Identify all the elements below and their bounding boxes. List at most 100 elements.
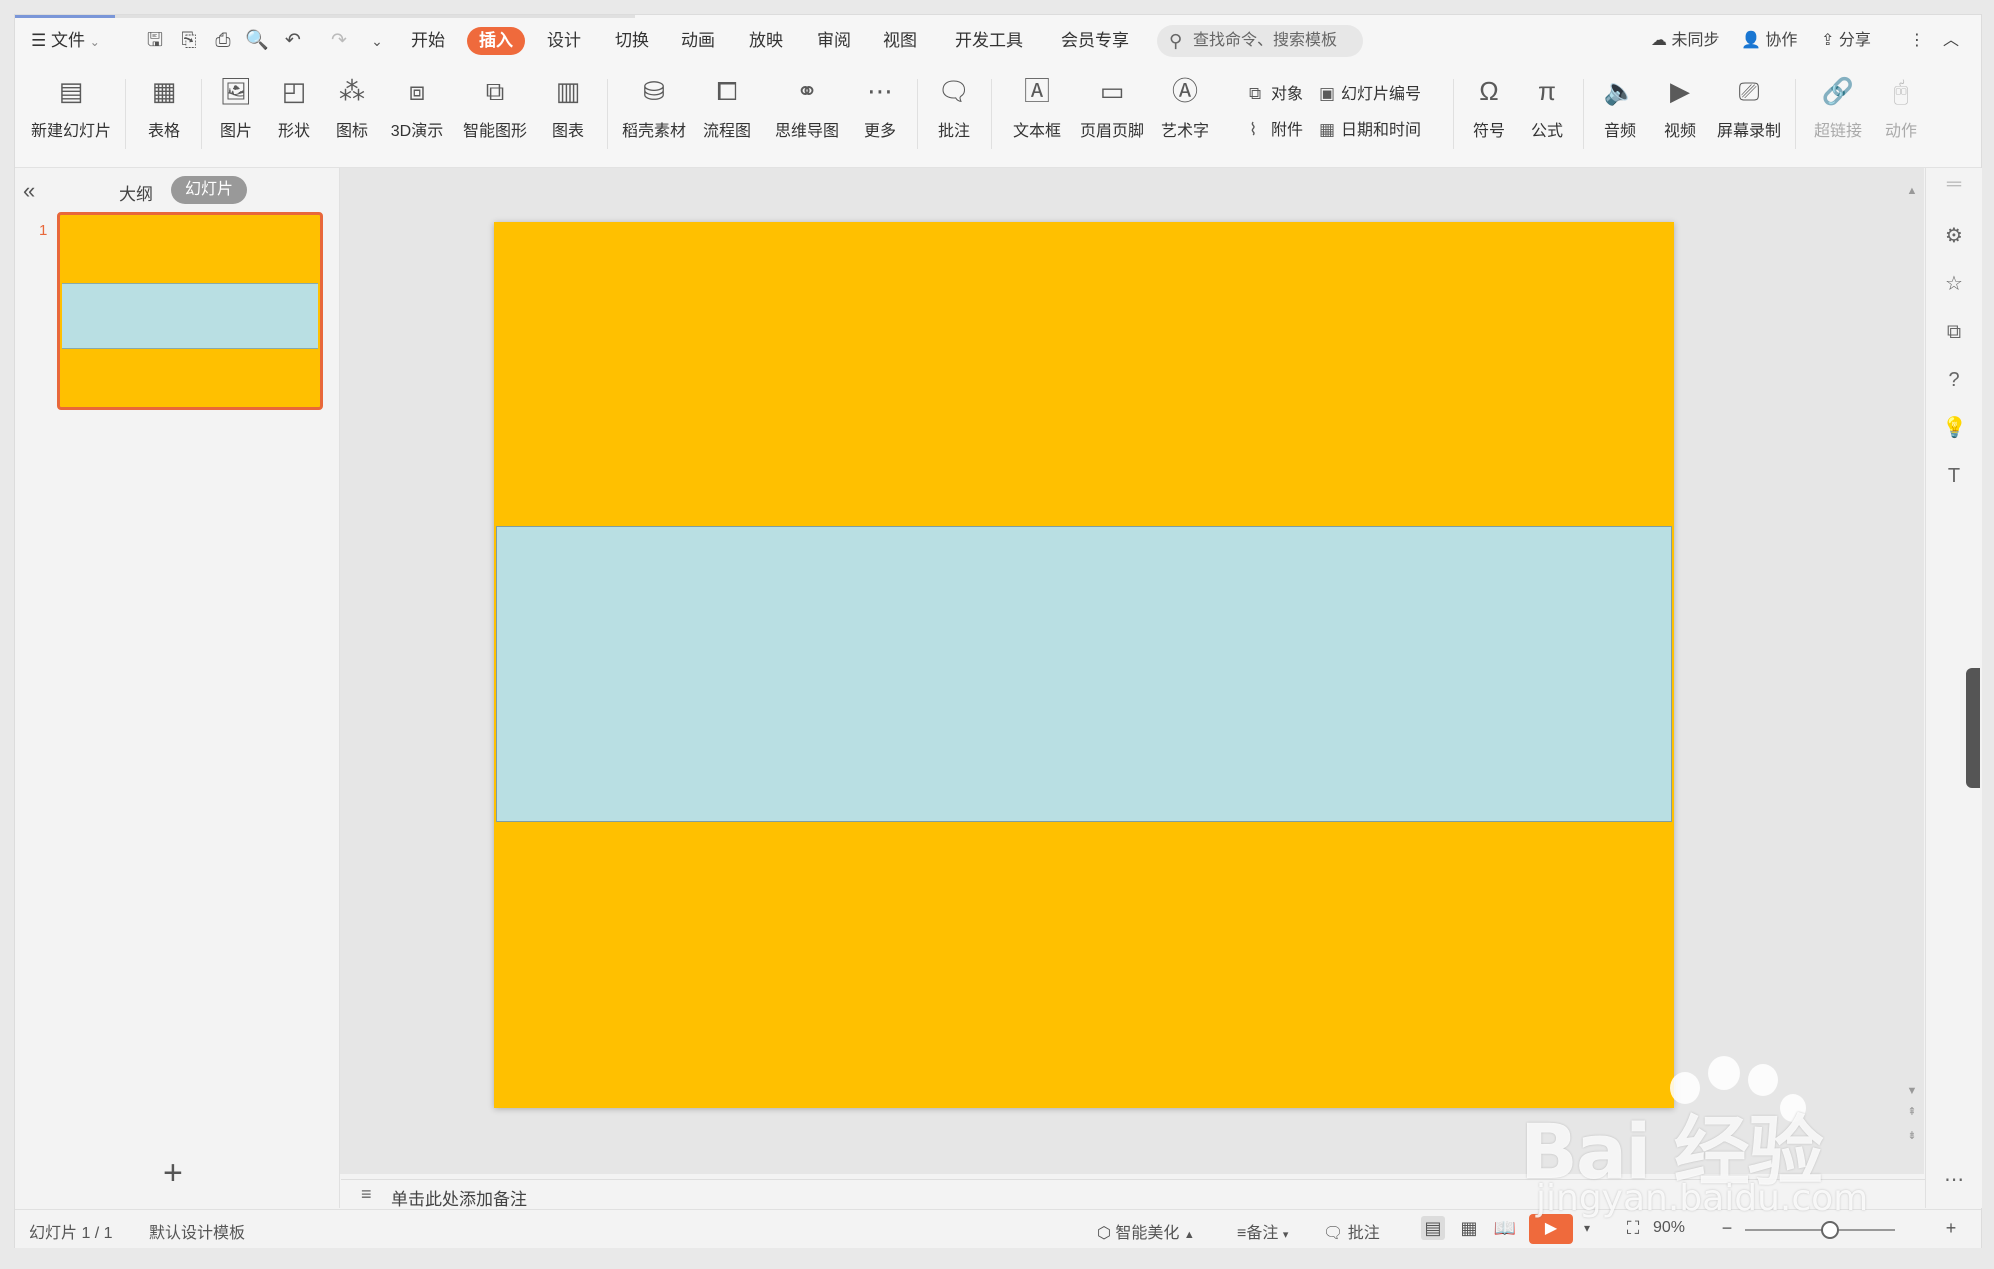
notes-toggle-button[interactable]: ≡备注 ▾ [1237,1219,1288,1243]
side-floating-handle[interactable] [1966,668,1980,788]
print-preview-icon[interactable]: 🔍 [245,29,269,53]
collapse-panel-icon[interactable]: « [23,178,35,204]
animation-star-icon[interactable]: ☆ [1942,272,1966,296]
template-name[interactable]: 默认设计模板 [149,1219,245,1243]
zoom-slider-thumb[interactable] [1821,1221,1839,1239]
help-icon[interactable]: ? [1942,368,1966,392]
screen-record-button[interactable]: ⎚ 屏幕录制 [1713,71,1785,161]
share-icon: ⇪ [1821,32,1835,49]
outline-tab[interactable]: 大纲 [119,180,153,205]
new-slide-button[interactable]: ▤ 新建幻灯片 [25,71,117,161]
wordart-button[interactable]: Ⓐ 艺术字 [1155,71,1215,161]
print-icon[interactable]: ⎙ [211,29,235,53]
slide-thumbnail-number: 1 [39,222,48,239]
flowchart-button[interactable]: ⧠ 流程图 [695,71,759,161]
properties-icon[interactable]: ⚙ [1942,224,1966,248]
mindmap-button[interactable]: ⚭ 思维导图 [767,71,847,161]
center-band-rectangle[interactable] [496,526,1672,822]
fit-window-icon[interactable]: ⛶ [1621,1216,1645,1240]
picture-button[interactable]: 🖼 图片 [211,71,261,161]
play-options-chevron-icon[interactable]: ▾ [1575,1216,1599,1240]
previous-slide-icon[interactable]: ⇞ [1905,1105,1919,1118]
beautify-icon: ⬡ [1097,1225,1111,1242]
table-button[interactable]: ▦ 表格 [139,71,189,161]
format-painter-icon[interactable]: ⎘ [177,29,201,53]
tab-review[interactable]: 审阅 [813,27,855,55]
icon-button[interactable]: ⁂ 图标 [327,71,377,161]
tab-design[interactable]: 设计 [543,27,585,55]
action-button[interactable]: 🖰 动作 [1877,71,1925,161]
next-slide-icon[interactable]: ⇟ [1905,1129,1919,1142]
more-icon: ⋯ [867,76,893,106]
reading-view-icon[interactable]: 📖 [1493,1216,1517,1240]
docer-material-button[interactable]: ⛁ 稻壳素材 [619,71,689,161]
tab-insert[interactable]: 插入 [467,27,525,55]
add-slide-icon[interactable]: + [163,1154,183,1193]
slide-sorter-icon[interactable]: ▦ [1457,1216,1481,1240]
slide-number-button[interactable]: ▣ 幻灯片编号 [1319,81,1421,107]
zoom-slider-track[interactable] [1745,1229,1895,1231]
more-options-icon[interactable]: ⋮ [1909,27,1925,55]
scroll-down-icon[interactable]: ▼ [1905,1085,1919,1097]
comment-toggle-button[interactable]: 🗨 批注 [1323,1219,1380,1243]
drag-handle-icon[interactable]: ═ [1942,172,1966,196]
smart-beautify-button[interactable]: ⬡ 智能美化 ▲ [1097,1219,1195,1243]
slide-switch-icon[interactable]: ⧉ [1942,320,1966,344]
header-footer-button[interactable]: ▭ 页眉页脚 [1077,71,1147,161]
customize-quick-access-icon[interactable]: ⌄ [365,29,389,53]
slides-tab[interactable]: 幻灯片 [171,176,247,204]
tab-start[interactable]: 开始 [407,27,449,55]
collapse-ribbon-icon[interactable]: ︿ [1943,27,1959,55]
lightbulb-icon[interactable]: 💡 [1942,416,1967,440]
sync-button[interactable]: ☁ 未同步 [1651,27,1719,55]
chevron-down-icon: ⌄ [89,35,100,49]
attachment-button[interactable]: ⌇ 附件 [1249,117,1303,143]
tab-view[interactable]: 视图 [879,27,921,55]
tab-member[interactable]: 会员专享 [1057,27,1133,55]
smartart-button[interactable]: ⧉ 智能图形 [455,71,535,161]
audio-button[interactable]: 🔈 音频 [1593,71,1647,161]
formula-button[interactable]: π 公式 [1521,71,1573,161]
redo-icon[interactable]: ↷ [327,29,351,53]
date-time-button[interactable]: ▦ 日期和时间 [1319,117,1421,143]
normal-view-icon[interactable]: ▤ [1421,1216,1445,1240]
slide-panel: « 大纲 幻灯片 1 + [15,168,340,1208]
bar-chart-icon: ▥ [555,76,581,106]
hyperlink-button[interactable]: 🔗 超链接 [1805,71,1871,161]
chart-button[interactable]: ▥ 图表 [541,71,595,161]
tab-slideshow[interactable]: 放映 [745,27,787,55]
comment-button[interactable]: 🗨 批注 [929,71,979,161]
vertical-scrollbar[interactable]: ▲ ▼ ⇞ ⇟ [1905,185,1919,1175]
text-format-icon[interactable]: T [1942,464,1966,488]
screen-record-label: 屏幕录制 [1716,123,1781,140]
smartart-label: 智能图形 [462,123,527,140]
tab-transition[interactable]: 切换 [611,27,653,55]
collab-button[interactable]: 👤 协作 [1741,27,1797,55]
screen-record-icon: ⎚ [1738,76,1760,106]
flowchart-label: 流程图 [702,123,751,140]
slide-thumbnail[interactable] [57,212,323,410]
video-button[interactable]: ▶ 视频 [1653,71,1707,161]
symbol-button[interactable]: Ω 符号 [1463,71,1515,161]
tab-developer[interactable]: 开发工具 [951,27,1027,55]
undo-icon[interactable]: ↶ [281,29,305,53]
zoom-out-icon[interactable]: − [1715,1216,1739,1240]
save-icon[interactable]: 🖫 [143,29,167,53]
textbox-button[interactable]: 🄰 文本框 [1005,71,1069,161]
zoom-in-icon[interactable]: + [1939,1216,1963,1240]
more-panels-icon[interactable]: ⋯ [1942,1168,1966,1192]
tab-animation[interactable]: 动画 [677,27,719,55]
scroll-up-icon[interactable]: ▲ [1905,185,1919,197]
file-menu-button[interactable]: ☰ 文件 ⌄ [27,27,104,55]
object-button[interactable]: ⧉ 对象 [1249,81,1303,107]
notes-toggle-label: 备注 [1246,1225,1279,1242]
slide-canvas[interactable] [494,222,1674,1108]
shape-button[interactable]: ◰ 形状 [269,71,319,161]
more-button[interactable]: ⋯ 更多 [855,71,905,161]
command-search-input[interactable]: ⚲ 查找命令、搜索模板 [1157,25,1363,57]
share-button[interactable]: ⇪ 分享 [1821,27,1871,55]
material-icon: ⛁ [643,76,665,106]
zoom-level[interactable]: 90% [1653,1219,1685,1237]
3d-icon: ⧈ [408,76,426,106]
3d-presentation-button[interactable]: ⧈ 3D演示 [385,71,449,161]
